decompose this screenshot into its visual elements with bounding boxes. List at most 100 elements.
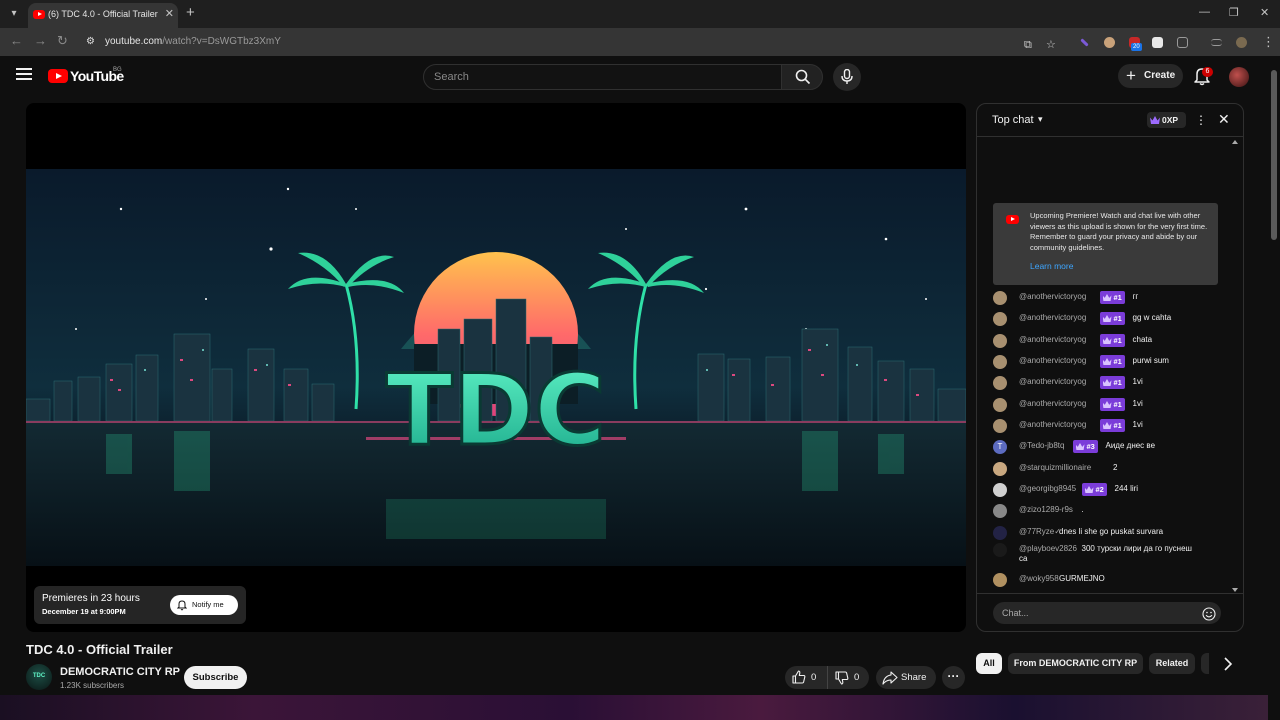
- chat-author-name[interactable]: @anothervictoryog: [1019, 377, 1086, 386]
- share-button[interactable]: Share: [876, 666, 936, 689]
- chat-mode-selector[interactable]: Top chat: [992, 114, 1034, 126]
- reading-list-icon[interactable]: [1211, 39, 1222, 46]
- video-player[interactable]: TDC Premieres in 23 hours December 19 at…: [26, 103, 966, 632]
- chat-author-name[interactable]: @anothervictoryog: [1019, 313, 1086, 322]
- chevron-right-icon[interactable]: [1219, 656, 1237, 672]
- chat-message-text: 1vi: [1132, 377, 1143, 386]
- reload-icon[interactable]: ↻: [57, 34, 68, 48]
- restore-window-icon[interactable]: ❐: [1229, 6, 1239, 19]
- bookmark-star-icon[interactable]: ☆: [1046, 38, 1056, 52]
- search-box[interactable]: [423, 64, 782, 90]
- bell-icon: [177, 600, 187, 611]
- page-scrollbar[interactable]: [1268, 56, 1280, 720]
- search-button[interactable]: [781, 64, 823, 90]
- chat-author-name[interactable]: @Tedo-jb8tq: [1019, 441, 1064, 450]
- forward-arrow-icon[interactable]: →: [34, 34, 47, 48]
- chat-author-avatar[interactable]: T: [993, 440, 1007, 454]
- close-window-icon[interactable]: ✕: [1260, 6, 1269, 19]
- profile-avatar-icon[interactable]: [1236, 37, 1247, 48]
- chat-author-name[interactable]: @georgibg8945: [1019, 484, 1076, 493]
- extension-pen-icon[interactable]: [1080, 38, 1089, 47]
- chat-author-name[interactable]: @zizo1289-r9s: [1019, 505, 1073, 514]
- country-code: BG: [113, 67, 122, 73]
- extension-cookie-icon[interactable]: [1104, 37, 1115, 48]
- install-app-icon[interactable]: ⧉: [1024, 38, 1032, 52]
- chat-message-text: .: [1081, 505, 1084, 514]
- chat-menu-icon[interactable]: ⋮: [1195, 113, 1207, 127]
- xp-label: 0XP: [1162, 115, 1179, 125]
- minimize-window-icon[interactable]: —: [1199, 6, 1210, 18]
- tab-search-chevron-icon[interactable]: ▾: [6, 6, 22, 22]
- chat-message: @77Ryze✓ dnes li she go puskat survara: [993, 524, 1225, 542]
- chat-author-avatar[interactable]: [993, 355, 1007, 369]
- emoji-icon[interactable]: [1202, 607, 1216, 621]
- chat-author-name[interactable]: @anothervictoryog: [1019, 292, 1086, 301]
- site-info-icon[interactable]: ⚙: [86, 36, 98, 48]
- back-arrow-icon[interactable]: ←: [10, 34, 23, 48]
- chat-author-name[interactable]: @playboev2826: [1019, 544, 1077, 553]
- chat-message: @anothervictoryog #1 1vi: [993, 374, 1225, 392]
- page-scrollbar-thumb[interactable]: [1271, 70, 1277, 240]
- chip-related[interactable]: Related: [1149, 653, 1195, 674]
- share-arrow-icon: [882, 671, 898, 685]
- more-actions-icon[interactable]: ···: [942, 666, 965, 689]
- chat-author-name[interactable]: @anothervictoryog: [1019, 356, 1086, 365]
- chat-author-avatar[interactable]: [993, 312, 1007, 326]
- chat-author-avatar[interactable]: [993, 462, 1007, 476]
- chip-all[interactable]: All: [976, 653, 1002, 674]
- voice-search-button[interactable]: [833, 63, 861, 91]
- browser-menu-icon[interactable]: ⋮: [1262, 35, 1275, 49]
- account-avatar[interactable]: [1229, 67, 1249, 87]
- search-input[interactable]: [434, 69, 764, 85]
- chat-author-avatar[interactable]: [993, 334, 1007, 348]
- notify-me-button[interactable]: Notify me: [170, 595, 238, 615]
- xp-badge[interactable]: 0XP: [1147, 112, 1186, 128]
- youtube-logo-icon[interactable]: [48, 69, 68, 83]
- omnibox[interactable]: ⚙ youtube.com/watch?v=DsWGTbz3XmY ⧉ ☆: [80, 32, 1070, 52]
- extensions-puzzle-icon[interactable]: [1177, 37, 1188, 48]
- chat-author-name[interactable]: @woky958: [1019, 574, 1059, 583]
- chat-author-avatar[interactable]: [993, 376, 1007, 390]
- create-button[interactable]: + Create: [1118, 64, 1183, 88]
- chat-author-avatar[interactable]: [993, 291, 1007, 305]
- subscribe-button[interactable]: Subscribe: [184, 666, 247, 689]
- guide-menu-icon[interactable]: [16, 68, 32, 82]
- learn-more-link[interactable]: Learn more: [1030, 261, 1073, 271]
- chat-author-name[interactable]: @anothervictoryog: [1019, 420, 1086, 429]
- chat-rank-badge: #1: [1099, 376, 1125, 389]
- chat-author-avatar[interactable]: [993, 543, 1007, 557]
- crown-icon: [1150, 116, 1160, 124]
- url-text[interactable]: youtube.com/watch?v=DsWGTbz3XmY: [105, 36, 281, 47]
- chat-author-avatar[interactable]: [993, 573, 1007, 587]
- chat-author-avatar[interactable]: [993, 526, 1007, 540]
- chat-author-avatar[interactable]: [993, 398, 1007, 412]
- chat-author-name[interactable]: @77Ryze✓: [1019, 527, 1061, 536]
- chat-input[interactable]: [993, 602, 1221, 624]
- chat-message-text-continued: са: [1019, 554, 1028, 563]
- chat-author-avatar[interactable]: [993, 419, 1007, 433]
- chat-author-avatar[interactable]: [993, 483, 1007, 497]
- like-button[interactable]: 0: [785, 666, 827, 689]
- extension-white-icon[interactable]: [1152, 37, 1163, 48]
- chip-from-channel[interactable]: From DEMOCRATIC CITY RP: [1008, 653, 1143, 674]
- chat-message-text: гг: [1132, 292, 1139, 301]
- chat-scrollbar[interactable]: [1231, 139, 1239, 594]
- chat-author-name[interactable]: @anothervictoryog: [1019, 399, 1086, 408]
- tab-close-icon[interactable]: ✕: [165, 8, 174, 20]
- browser-tab-active[interactable]: (6) TDC 4.0 - Official Trailer - Yo ✕: [28, 3, 178, 28]
- new-tab-plus-icon[interactable]: +: [186, 5, 195, 21]
- chat-author-name[interactable]: @anothervictoryog: [1019, 335, 1086, 344]
- channel-name[interactable]: DEMOCRATIC CITY RP: [60, 666, 180, 678]
- tab-title: (6) TDC 4.0 - Official Trailer - Yo: [48, 9, 160, 19]
- thumbnail-logo-text: TDC: [386, 354, 606, 468]
- chat-author-avatar[interactable]: [993, 504, 1007, 518]
- chip-overflow[interactable]: [1201, 653, 1209, 674]
- dislike-button[interactable]: 0: [827, 666, 869, 689]
- chat-author-name[interactable]: @starquizmillionaire: [1019, 463, 1091, 472]
- chat-rank-badge: #1: [1099, 398, 1125, 411]
- close-chat-icon[interactable]: ✕: [1218, 112, 1230, 127]
- chat-message: @zizo1289-r9s.: [993, 502, 1225, 520]
- chat-message-text: purwi sum: [1132, 356, 1169, 365]
- channel-avatar[interactable]: TDC: [26, 664, 52, 690]
- chevron-down-icon[interactable]: ▾: [1038, 114, 1043, 125]
